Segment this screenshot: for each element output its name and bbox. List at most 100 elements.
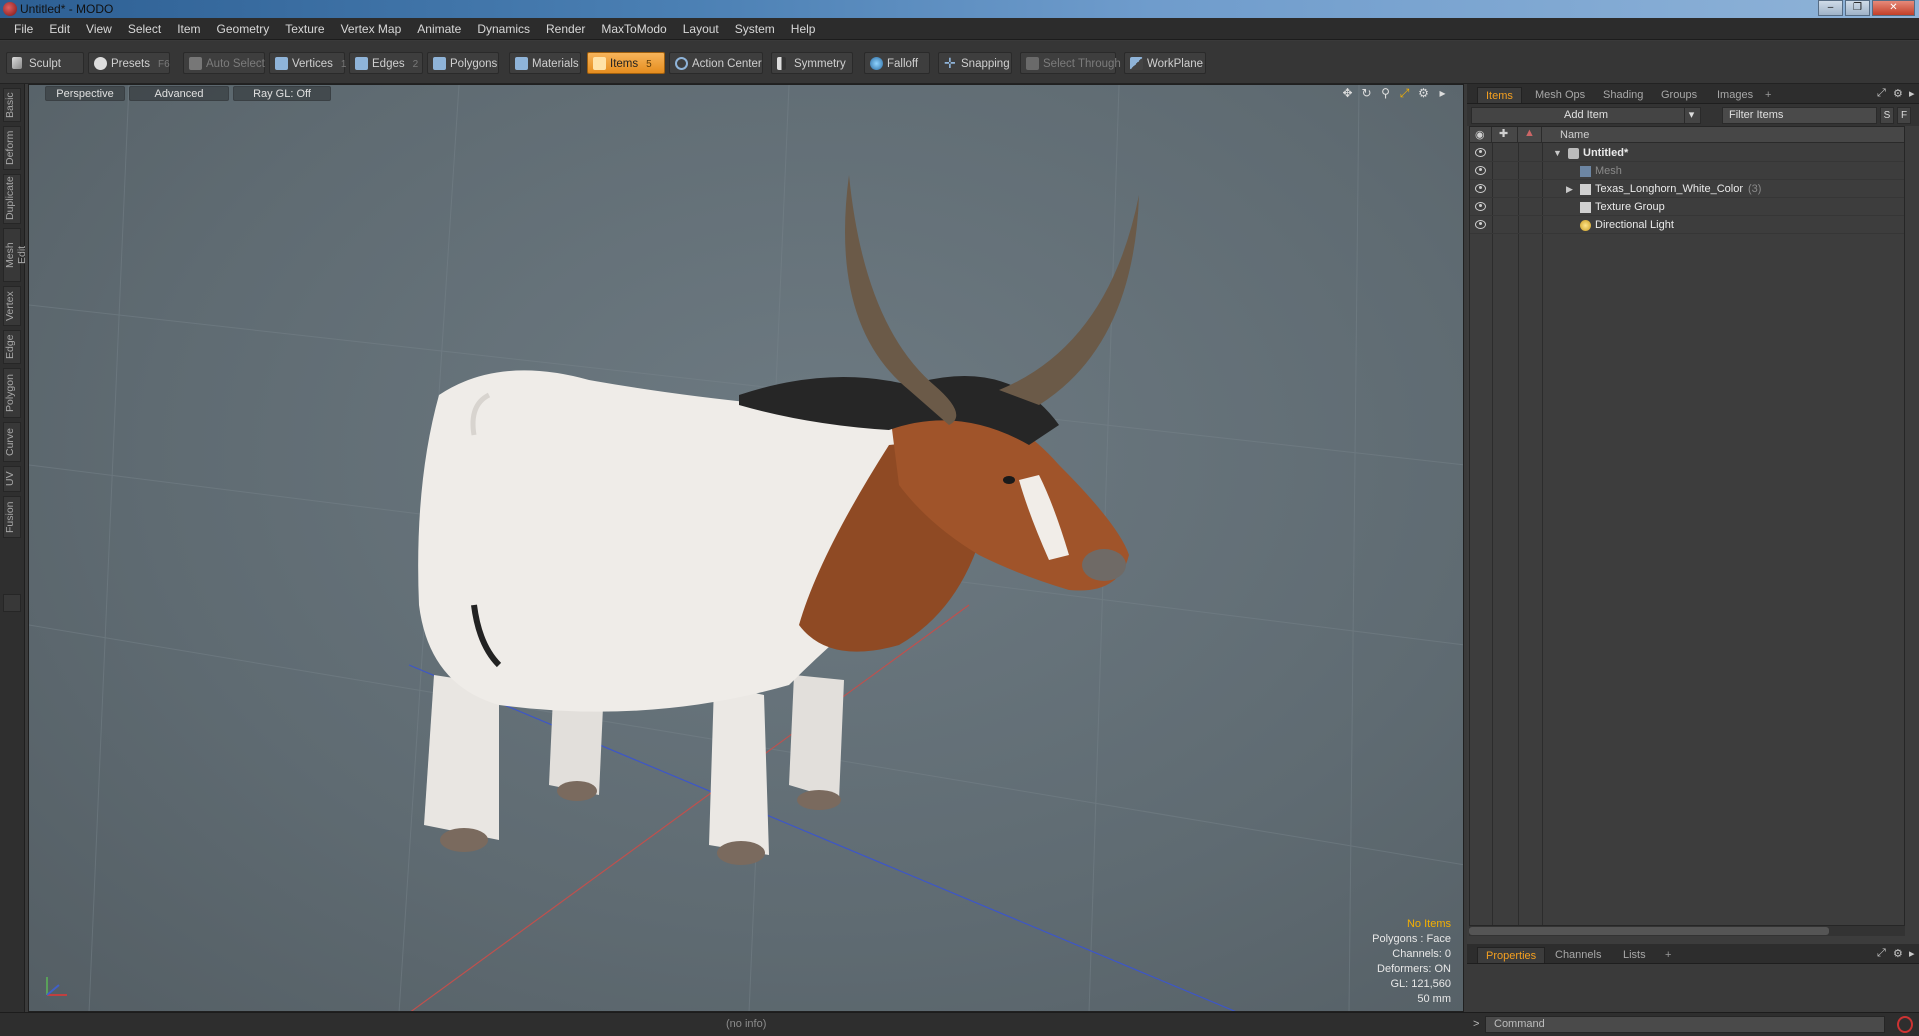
falloff-button[interactable]: Falloff — [864, 52, 930, 74]
add-item-dropdown[interactable]: Add Item ▾ — [1471, 107, 1701, 124]
name-column-header[interactable]: Name — [1560, 129, 1589, 141]
maximize-button[interactable]: ❐ — [1845, 0, 1870, 16]
visibility-eye-icon[interactable] — [1475, 184, 1486, 193]
tab-deform[interactable]: Deform — [3, 126, 21, 170]
tab-curve[interactable]: Curve — [3, 422, 21, 462]
action-center-button[interactable]: Action Center — [669, 52, 763, 74]
tree-row-texture-group[interactable]: Texture Group — [1470, 198, 1904, 216]
tab-polygon[interactable]: Polygon — [3, 368, 21, 418]
panel-settings-icon[interactable]: ⚙ — [1893, 947, 1903, 960]
pin-icon: ✚ — [1499, 128, 1509, 140]
visibility-eye-icon[interactable] — [1475, 202, 1486, 211]
maximize-viewport-icon[interactable]: ⤢ — [1398, 87, 1411, 100]
menu-help[interactable]: Help — [783, 22, 824, 36]
menu-maxtomodo[interactable]: MaxToModo — [593, 22, 674, 36]
tab-fusion[interactable]: Fusion — [3, 496, 21, 538]
edges-button[interactable]: Edges 2 — [349, 52, 423, 74]
polygons-icon — [433, 57, 446, 70]
panel-settings-icon[interactable]: ⚙ — [1893, 87, 1903, 100]
polygons-button[interactable]: Polygons — [427, 52, 499, 74]
panel-menu-icon[interactable]: ▸ — [1909, 87, 1915, 100]
menu-vertex-map[interactable]: Vertex Map — [333, 22, 410, 36]
lock-column[interactable]: ✚ — [1492, 127, 1518, 143]
tab-items[interactable]: Items — [1477, 87, 1522, 103]
menu-render[interactable]: Render — [538, 22, 593, 36]
filter-items-input[interactable]: Filter Items — [1722, 107, 1877, 124]
close-button[interactable]: ✕ — [1872, 0, 1915, 16]
select-through-button[interactable]: Select Through — [1020, 52, 1121, 74]
longhorn-model[interactable] — [418, 175, 1139, 865]
visibility-eye-icon[interactable] — [1475, 148, 1486, 157]
expand-arrow-icon[interactable]: ▶ — [1566, 180, 1573, 198]
menu-view[interactable]: View — [78, 22, 120, 36]
visibility-eye-icon[interactable] — [1475, 220, 1486, 229]
panel-expand-icon[interactable]: ⤢ — [1877, 947, 1886, 960]
visibility-eye-icon[interactable] — [1475, 166, 1486, 175]
viewport-menu-icon[interactable]: ▸ — [1436, 87, 1449, 100]
tree-row-longhorn-group[interactable]: ▶ Texas_Longhorn_White_Color (3) — [1470, 180, 1904, 198]
collapse-arrow-icon[interactable]: ▼ — [1553, 144, 1562, 162]
menu-edit[interactable]: Edit — [41, 22, 78, 36]
menu-item[interactable]: Item — [169, 22, 208, 36]
filter-f-button[interactable]: F — [1897, 107, 1911, 124]
add-tab-icon[interactable]: + — [1657, 947, 1679, 963]
tab-mesh-edit[interactable]: Mesh Edit — [3, 228, 28, 282]
auto-select-button[interactable]: Auto Select — [183, 52, 265, 74]
add-tab-icon[interactable]: + — [1757, 87, 1779, 103]
3d-viewport[interactable]: Perspective Advanced Ray GL: Off ✥ ↻ ⚲ ⤢… — [28, 84, 1464, 1012]
presets-button[interactable]: Presets F6 — [88, 52, 170, 74]
scrollbar-thumb[interactable] — [1469, 927, 1829, 935]
tree-row-scene[interactable]: ▼ Untitled* — [1470, 144, 1904, 162]
items-mode-button[interactable]: Items 5 — [587, 52, 665, 74]
vertices-button[interactable]: Vertices 1 — [269, 52, 346, 74]
menu-select[interactable]: Select — [120, 22, 169, 36]
right-panel: Items Mesh Ops Shading Groups Images + ⤢… — [1467, 84, 1919, 1036]
gl-stat: GL: 121,560 — [1390, 978, 1451, 990]
tab-images[interactable]: Images — [1709, 87, 1761, 103]
workplane-button[interactable]: WorkPlane — [1124, 52, 1206, 74]
render-column[interactable]: ▲ — [1518, 127, 1542, 143]
record-icon[interactable] — [1897, 1016, 1913, 1033]
menu-system[interactable]: System — [727, 22, 783, 36]
visibility-column[interactable]: ◉ — [1470, 127, 1492, 143]
tab-edge[interactable]: Edge — [3, 330, 21, 364]
tree-row-directional-light[interactable]: Directional Light — [1470, 216, 1904, 234]
tab-basic[interactable]: Basic — [3, 88, 21, 122]
tab-vertex[interactable]: Vertex — [3, 286, 21, 326]
tab-lists[interactable]: Lists — [1615, 947, 1654, 963]
rotate-icon[interactable]: ↻ — [1360, 87, 1373, 100]
panel-menu-icon[interactable]: ▸ — [1909, 947, 1915, 960]
tab-duplicate[interactable]: Duplicate — [3, 174, 21, 224]
viewport-settings-icon[interactable]: ⚙ — [1417, 87, 1430, 100]
command-input[interactable]: Command — [1485, 1016, 1885, 1033]
expand-tab-button[interactable] — [3, 594, 21, 612]
menu-file[interactable]: File — [6, 22, 41, 36]
tab-groups[interactable]: Groups — [1653, 87, 1705, 103]
tab-properties[interactable]: Properties — [1477, 947, 1546, 963]
pan-icon[interactable]: ✥ — [1341, 87, 1354, 100]
menu-animate[interactable]: Animate — [409, 22, 469, 36]
tab-shading[interactable]: Shading — [1595, 87, 1651, 103]
materials-button[interactable]: Materials — [509, 52, 581, 74]
symmetry-icon — [777, 57, 786, 70]
view-mode-dropdown[interactable]: Perspective — [45, 86, 125, 101]
panel-expand-icon[interactable]: ⤢ — [1877, 87, 1886, 100]
tree-row-mesh[interactable]: Mesh — [1470, 162, 1904, 180]
raygl-dropdown[interactable]: Ray GL: Off — [233, 86, 331, 101]
menu-dynamics[interactable]: Dynamics — [469, 22, 538, 36]
menu-texture[interactable]: Texture — [277, 22, 332, 36]
item-list-scrollbar[interactable] — [1469, 926, 1905, 936]
tab-uv[interactable]: UV — [3, 466, 21, 492]
symmetry-button[interactable]: Symmetry — [771, 52, 853, 74]
menu-layout[interactable]: Layout — [675, 22, 727, 36]
tab-channels[interactable]: Channels — [1547, 947, 1609, 963]
sculpt-button[interactable]: Sculpt — [6, 52, 84, 74]
snapping-button[interactable]: ✛ Snapping — [938, 52, 1012, 74]
tab-mesh-ops[interactable]: Mesh Ops — [1527, 87, 1593, 103]
menu-geometry[interactable]: Geometry — [209, 22, 278, 36]
minimize-button[interactable]: – — [1818, 0, 1843, 16]
zoom-icon[interactable]: ⚲ — [1379, 87, 1392, 100]
filter-s-button[interactable]: S — [1880, 107, 1894, 124]
shading-dropdown[interactable]: Advanced — [129, 86, 229, 101]
auto-select-icon — [189, 57, 202, 70]
